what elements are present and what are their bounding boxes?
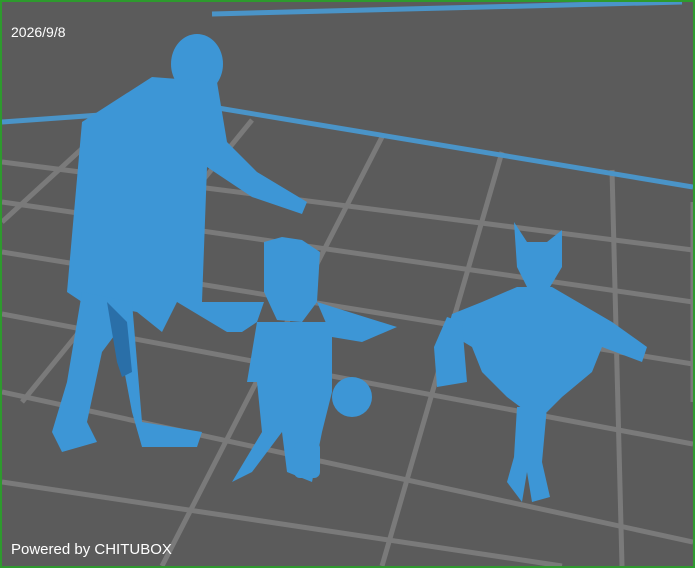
watermark-label: Powered by CHITUBOX: [11, 541, 172, 558]
model-child-dragon[interactable]: [177, 237, 397, 482]
build-plate-scene[interactable]: [2, 2, 693, 566]
3d-viewport[interactable]: 2026/9/8 Powered by CHITUBOX: [0, 0, 695, 568]
date-stamp: 2026/9/8: [11, 24, 66, 40]
